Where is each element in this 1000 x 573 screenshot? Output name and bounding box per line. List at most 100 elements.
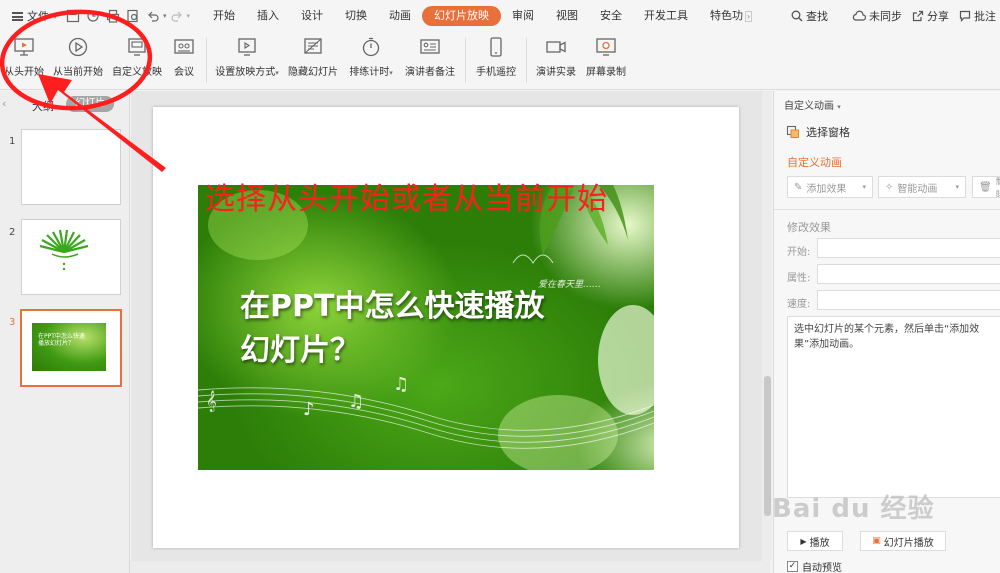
tab-features[interactable]: 特色功 — [699, 6, 745, 26]
start-select[interactable] — [817, 238, 1000, 258]
chevron-down-icon: ▾ — [862, 183, 866, 191]
meeting-icon — [173, 36, 195, 58]
screen-record-label: 屏幕录制 — [586, 67, 626, 78]
live-record-button[interactable]: 演讲实录 — [531, 32, 581, 89]
slide-thumbnail-1[interactable] — [21, 129, 121, 205]
slide-number: 2 — [9, 227, 16, 238]
slide-thumbnail-2[interactable] — [21, 219, 121, 295]
from-current-icon — [67, 36, 89, 58]
search-label: 查找 — [806, 10, 828, 23]
setup-show-icon — [236, 36, 258, 58]
hide-slide-button[interactable]: 隐藏幻灯片 — [283, 32, 343, 89]
tab-outline[interactable]: 大纲 — [32, 98, 54, 114]
meeting-label: 会议 — [174, 67, 194, 78]
print-icon[interactable] — [103, 6, 123, 26]
chevron-down-icon: ▾ — [955, 183, 959, 191]
meeting-button[interactable]: 会议 — [166, 32, 202, 89]
pen-icon: ✎ — [794, 181, 803, 193]
redo-icon[interactable] — [167, 6, 187, 26]
tab-design[interactable]: 设计 — [290, 6, 334, 26]
slide-title-line-2: 幻灯片？ — [240, 333, 360, 368]
print-preview-icon[interactable] — [123, 6, 143, 26]
tab-transition[interactable]: 切换 — [334, 6, 378, 26]
add-effect-button[interactable]: ✎ 添加效果 ▾ — [787, 176, 873, 198]
collapse-panel-icon[interactable]: ‹ — [2, 97, 6, 110]
comment-icon — [959, 10, 971, 22]
tab-security[interactable]: 安全 — [589, 6, 633, 26]
undo-history-icon[interactable] — [83, 6, 103, 26]
hide-slide-label: 隐藏幻灯片 — [288, 67, 338, 78]
hamburger-icon — [12, 11, 23, 21]
vertical-scrollbar-thumb[interactable] — [764, 376, 771, 516]
tab-animation[interactable]: 动画 — [378, 6, 422, 26]
tab-slideshow[interactable]: 幻灯片放映 — [422, 6, 502, 26]
speed-select[interactable] — [817, 290, 1000, 310]
select-pane-icon — [786, 125, 799, 138]
from-current-label: 从当前开始 — [53, 67, 103, 78]
slideshow-icon: ▣ — [872, 536, 881, 546]
sync-button[interactable]: 未同步 — [852, 8, 902, 24]
thumbnail-background — [32, 323, 106, 371]
sync-label: 未同步 — [869, 10, 902, 23]
play-button[interactable]: ▶ 播放 — [787, 531, 843, 551]
hide-slide-icon — [302, 36, 324, 58]
thumbnail-title: 在PPT中怎么快速播放幻灯片？ — [38, 333, 85, 347]
search-button[interactable]: 查找 — [791, 8, 828, 24]
share-label: 分享 — [927, 10, 949, 23]
start-label: 开始: — [787, 247, 811, 258]
panel-title[interactable]: 自定义动画 ▾ — [784, 97, 841, 112]
cloud-icon — [852, 10, 866, 21]
undo-icon[interactable] — [143, 6, 163, 26]
tab-review[interactable]: 审阅 — [501, 6, 545, 26]
presenter-notes-button[interactable]: 演讲者备注 — [399, 32, 461, 89]
smart-animation-button[interactable]: ✧ 智能动画 ▾ — [878, 176, 966, 198]
ribbon-separator — [465, 38, 466, 83]
select-pane-label: 选择窗格 — [806, 126, 850, 139]
autopreview-label: 自动预览 — [802, 563, 842, 573]
from-start-icon — [13, 36, 35, 58]
from-start-button[interactable]: 从头开始 — [0, 32, 48, 89]
slide-title[interactable]: 在PPT中怎么快速播放 幻灯片？ — [240, 285, 620, 373]
search-icon — [791, 10, 803, 22]
watermark: Bai du 经验 — [772, 494, 935, 524]
delete-button[interactable]: 🗑 删除 — [972, 176, 1000, 198]
file-menu[interactable]: 文件 ▾ — [6, 8, 63, 24]
menu-right: 查找 未同步 分享 批注 — [791, 0, 1000, 32]
comment-button[interactable]: 批注 — [959, 8, 996, 24]
tab-slides[interactable]: 幻灯片 — [66, 96, 114, 112]
speed-label: 速度: — [787, 299, 811, 310]
redo-dropdown-icon[interactable]: ▾ — [187, 12, 191, 20]
slideshow-button[interactable]: ▣ 幻灯片播放 — [860, 531, 946, 551]
phone-remote-button[interactable]: 手机遥控 — [470, 32, 522, 89]
tab-home[interactable]: 开始 — [202, 6, 246, 26]
stopwatch-icon — [360, 36, 382, 58]
delete-label: 删除 — [996, 177, 1000, 197]
svg-text:♪: ♪ — [303, 399, 315, 420]
tab-scroll-right-icon[interactable]: › — [745, 10, 753, 22]
slide-thumbnail-3[interactable]: 在PPT中怎么快速播放幻灯片？ — [20, 309, 122, 387]
trash-icon: 🗑 — [979, 181, 992, 193]
property-select[interactable] — [817, 264, 1000, 284]
rehearse-button[interactable]: 排练计时▾ — [343, 32, 399, 89]
section-title: 自定义动画 — [787, 156, 842, 169]
autopreview-checkbox[interactable]: ✓ 自动预览 — [787, 559, 842, 573]
slide-background-image[interactable]: 𝄞 ♪ ♫ ♫ 爱在春天里…… 在PPT中怎么快速播放 幻灯片？ — [198, 185, 654, 470]
slide-thumbnail-panel: ‹ 大纲 幻灯片 1 2 3 在PPT中怎么快速播放幻灯片？ — [0, 91, 130, 573]
ribbon-tabs: 开始 插入 设计 切换 动画 幻灯片放映 审阅 视图 安全 开发工具 特色功 › — [202, 6, 753, 26]
setup-show-label: 设置放映方式▾ — [215, 67, 279, 78]
select-pane-button[interactable]: 选择窗格 — [786, 124, 850, 140]
screen-record-button[interactable]: 屏幕录制 — [581, 32, 631, 89]
share-icon — [912, 10, 924, 22]
horizontal-scrollbar[interactable] — [130, 561, 770, 573]
tab-insert[interactable]: 插入 — [246, 6, 290, 26]
svg-text:♫: ♫ — [348, 391, 364, 412]
setup-show-button[interactable]: 设置放映方式▾ — [211, 32, 283, 89]
custom-show-button[interactable]: 自定义放映 — [108, 32, 166, 89]
save-icon[interactable] — [63, 6, 83, 26]
share-button[interactable]: 分享 — [912, 8, 949, 24]
tab-developer[interactable]: 开发工具 — [633, 6, 699, 26]
menu-left: 文件 ▾ ▾ ▾ — [0, 6, 190, 26]
tab-view[interactable]: 视图 — [545, 6, 589, 26]
from-current-button[interactable]: 从当前开始 — [48, 32, 108, 89]
play-label: 播放 — [809, 537, 830, 549]
